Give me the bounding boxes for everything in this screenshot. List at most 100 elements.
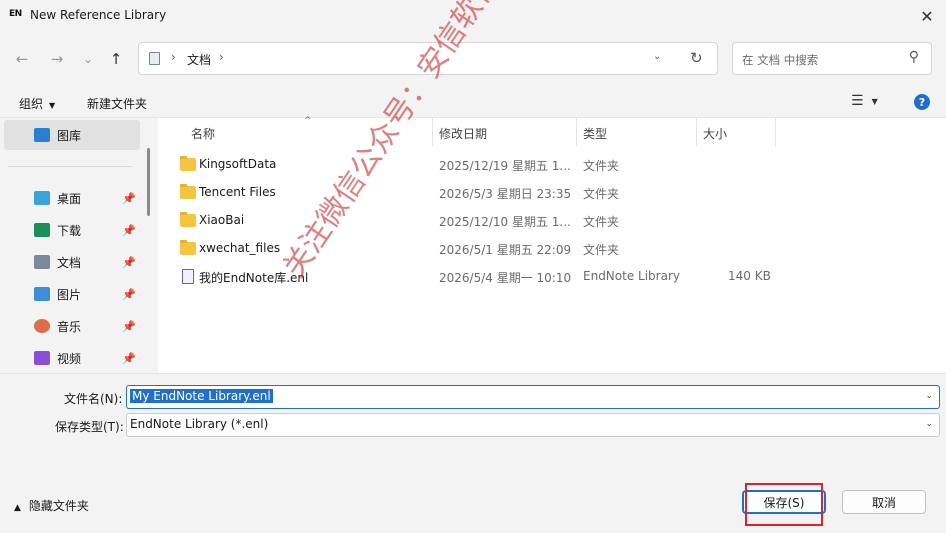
recent-locations-button[interactable]: ⌄ (77, 48, 99, 70)
title-bar: EN New Reference Library ✕ (0, 0, 946, 32)
pictures-icon (34, 287, 50, 301)
chevron-down-icon[interactable]: ⌄ (925, 419, 933, 429)
filetype-select[interactable]: EndNote Library (*.enl) ⌄ (126, 413, 940, 437)
pin-icon[interactable]: 📌 (122, 352, 136, 365)
navigation-bar: ← → ⌄ ↑ › 文档 › ⌄ ↻ 在 文档 中搜索 ⚲ (0, 32, 946, 86)
address-bar[interactable]: › 文档 › ⌄ ↻ (138, 42, 718, 75)
sidebar-item-label: 图片 (57, 287, 82, 302)
filetype-label: 保存类型(T): (55, 420, 124, 434)
breadcrumb-separator[interactable]: › (171, 50, 176, 64)
search-icon[interactable]: ⚲ (909, 49, 919, 65)
close-button[interactable]: ✕ (914, 4, 940, 28)
organize-label: 组织 (19, 97, 44, 111)
file-name: xwechat_files (199, 241, 281, 255)
search-box[interactable]: 在 文档 中搜索 ⚲ (732, 42, 932, 75)
file-date: 2026/5/3 星期日 23:35 (439, 187, 572, 201)
file-date: 2026/5/1 星期五 22:09 (439, 243, 572, 257)
file-row[interactable]: Tencent Files 2026/5/3 星期日 23:35 文件夹 (174, 178, 814, 206)
file-list: 名称 ^ 修改日期 类型 大小 KingsoftData 2025/12/19 … (158, 116, 946, 373)
file-type: 文件夹 (583, 243, 620, 257)
column-header-size[interactable]: 大小 (703, 125, 727, 142)
filename-value[interactable]: My EndNote Library.enl (130, 389, 273, 403)
file-date: 2025/12/19 星期五 1... (439, 159, 571, 173)
back-button[interactable]: ← (11, 48, 33, 70)
file-type: 文件夹 (583, 159, 620, 173)
filename-label: 文件名(N): (64, 392, 123, 406)
refresh-icon[interactable]: ↻ (690, 49, 703, 67)
sidebar-item-videos[interactable]: 视频 📌 (4, 343, 140, 373)
sidebar-item-pictures[interactable]: 图片 📌 (4, 279, 140, 309)
sidebar-item-downloads[interactable]: 下载 📌 (4, 215, 140, 245)
sort-ascending-icon: ^ (304, 116, 312, 126)
sidebar-item-documents[interactable]: 文档 📌 (4, 247, 140, 277)
up-button[interactable]: ↑ (105, 48, 127, 70)
cancel-button[interactable]: 取消 (842, 490, 926, 514)
download-icon (34, 223, 50, 237)
endnote-app-icon: EN (9, 9, 22, 19)
file-name: KingsoftData (199, 157, 277, 171)
folder-icon (180, 212, 196, 227)
sidebar-item-music[interactable]: 音乐 📌 (4, 311, 140, 341)
chevron-up-icon: ▲ (14, 503, 21, 513)
file-type: 文件夹 (583, 215, 620, 229)
sidebar-item-label: 文档 (57, 255, 82, 270)
hide-folders-button[interactable]: ▲ 隐藏文件夹 (14, 497, 89, 514)
column-divider[interactable] (696, 118, 697, 146)
pin-icon[interactable]: 📌 (122, 320, 136, 333)
videos-icon (34, 351, 50, 365)
file-type: EndNote Library (583, 269, 680, 283)
sidebar-divider (8, 166, 132, 167)
gallery-icon (34, 128, 50, 142)
file-name: Tencent Files (199, 185, 276, 199)
view-options-button[interactable]: ☰ ▼ (851, 93, 878, 109)
column-divider[interactable] (576, 118, 577, 146)
sidebar-item-label: 桌面 (57, 191, 82, 206)
file-name: 我的EndNote库.enl (199, 271, 309, 285)
column-divider[interactable] (775, 118, 776, 146)
chevron-down-icon[interactable]: ⌄ (925, 391, 933, 401)
breadcrumb-separator[interactable]: › (219, 50, 224, 64)
desktop-icon (34, 191, 50, 205)
folder-icon (180, 240, 196, 255)
sidebar-scrollbar[interactable] (147, 148, 150, 216)
new-folder-button[interactable]: 新建文件夹 (87, 95, 147, 112)
pin-icon[interactable]: 📌 (122, 288, 136, 301)
help-icon[interactable]: ? (914, 94, 930, 110)
documents-icon (34, 255, 50, 269)
filename-field[interactable]: My EndNote Library.enl ⌄ (126, 385, 940, 409)
music-icon (34, 319, 50, 333)
chevron-down-icon: ▼ (49, 101, 56, 110)
column-header-name[interactable]: 名称 (191, 125, 215, 142)
folder-icon (180, 156, 196, 171)
sidebar-item-label: 图库 (57, 128, 82, 143)
pin-icon[interactable]: 📌 (122, 224, 136, 237)
pin-icon[interactable]: 📌 (122, 192, 136, 205)
file-row[interactable]: xwechat_files 2026/5/1 星期五 22:09 文件夹 (174, 234, 814, 262)
file-row[interactable]: KingsoftData 2025/12/19 星期五 1... 文件夹 (174, 150, 814, 178)
address-dropdown-icon[interactable]: ⌄ (653, 51, 661, 62)
column-divider[interactable] (432, 118, 433, 146)
pin-icon[interactable]: 📌 (122, 256, 136, 269)
file-row[interactable]: 我的EndNote库.enl 2026/5/4 星期一 10:10 EndNot… (174, 262, 814, 290)
column-header-type[interactable]: 类型 (583, 125, 607, 142)
documents-location-icon (149, 52, 160, 65)
navigation-pane: 图库 桌面 📌 下载 📌 文档 📌 图片 📌 音乐 📌 视频 📌 (0, 118, 158, 373)
hide-folders-label: 隐藏文件夹 (28, 499, 89, 513)
sidebar-item-desktop[interactable]: 桌面 📌 (4, 183, 140, 213)
sidebar-item-label: 下载 (57, 223, 82, 238)
forward-button[interactable]: → (46, 48, 68, 70)
search-placeholder: 在 文档 中搜索 (742, 53, 819, 67)
column-header-date[interactable]: 修改日期 (439, 125, 487, 142)
sidebar-item-gallery[interactable]: 图库 (4, 120, 140, 150)
breadcrumb-documents[interactable]: 文档 (187, 51, 211, 68)
view-list-icon: ☰ (851, 93, 864, 109)
sidebar-item-label: 音乐 (57, 319, 82, 334)
folder-icon (180, 184, 196, 199)
organize-menu-button[interactable]: 组织 ▼ (19, 95, 55, 112)
command-bar: 组织 ▼ 新建文件夹 ☰ ▼ ? (0, 86, 946, 118)
file-size: 140 KB (728, 269, 771, 283)
file-row[interactable]: XiaoBai 2025/12/10 星期五 1... 文件夹 (174, 206, 814, 234)
sidebar-item-label: 视频 (57, 351, 82, 366)
file-type: 文件夹 (583, 187, 620, 201)
endnote-library-file-icon (182, 269, 194, 284)
